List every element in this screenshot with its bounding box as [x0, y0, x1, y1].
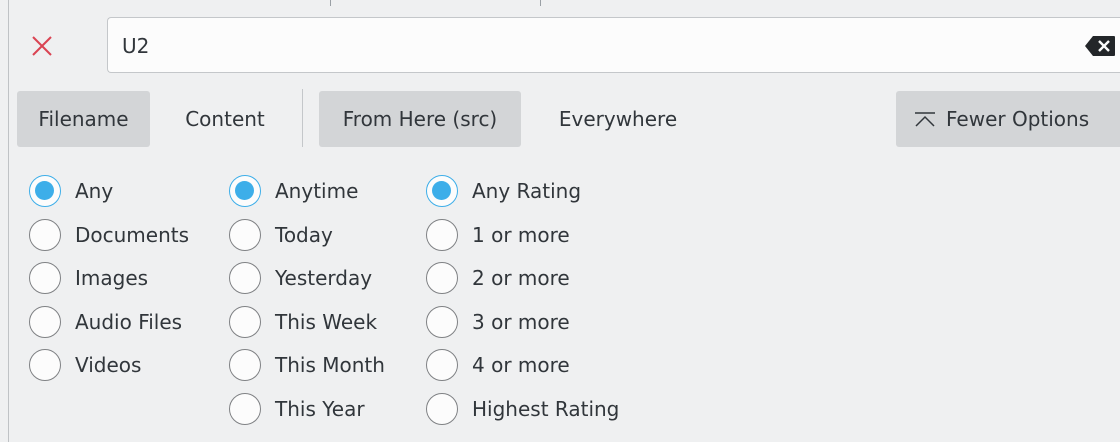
radio-button[interactable]	[426, 218, 458, 251]
radio-option-videos[interactable]: Videos	[29, 349, 142, 382]
radio-button[interactable]	[29, 349, 61, 382]
radio-option-audio-files[interactable]: Audio Files	[29, 305, 183, 338]
radio-button[interactable]	[426, 175, 458, 207]
radio-button[interactable]	[229, 218, 261, 251]
collapse-up-icon	[915, 112, 935, 127]
radio-button[interactable]	[229, 393, 261, 425]
radio-label: This Year	[275, 397, 365, 421]
radio-label: 4 or more	[472, 353, 570, 378]
toolbar-separator	[302, 89, 303, 147]
search-input[interactable]	[122, 30, 1062, 62]
radio-option-1-or-more[interactable]: 1 or more	[426, 218, 570, 251]
radio-button[interactable]	[426, 305, 458, 338]
everywhere-label: Everywhere	[558, 107, 678, 131]
radio-button[interactable]	[426, 349, 458, 382]
from-here-button[interactable]: From Here (src)	[319, 91, 521, 147]
radio-label: 2 or more	[472, 266, 570, 291]
content-button[interactable]: Content	[160, 91, 290, 147]
divider-tick	[540, 0, 541, 6]
radio-button[interactable]	[29, 218, 61, 251]
radio-button[interactable]	[229, 349, 261, 382]
everywhere-button[interactable]: Everywhere	[533, 91, 703, 147]
close-search-button[interactable]	[26, 30, 58, 62]
divider-tick	[330, 0, 331, 6]
radio-option-3-or-more[interactable]: 3 or more	[426, 305, 570, 338]
fewer-options-label: Fewer Options	[946, 107, 1090, 131]
radio-option-today[interactable]: Today	[229, 218, 333, 251]
content-label: Content	[185, 107, 265, 131]
radio-button[interactable]	[229, 175, 261, 207]
radio-label: Highest Rating	[472, 397, 620, 421]
close-icon	[32, 36, 52, 56]
radio-option-this-year[interactable]: This Year	[229, 393, 365, 425]
radio-label: Audio Files	[75, 309, 183, 334]
radio-button[interactable]	[229, 262, 261, 295]
radio-option-any[interactable]: Any	[29, 175, 114, 207]
from-here-label: From Here (src)	[342, 107, 498, 131]
radio-option-2-or-more[interactable]: 2 or more	[426, 262, 570, 295]
panel-left-border	[8, 0, 9, 442]
search-field[interactable]	[107, 17, 1120, 73]
radio-option-anytime[interactable]: Anytime	[229, 175, 359, 207]
radio-option-yesterday[interactable]: Yesterday	[229, 262, 373, 295]
radio-option-this-month[interactable]: This Month	[229, 349, 385, 382]
radio-button[interactable]	[229, 305, 261, 338]
radio-option-4-or-more[interactable]: 4 or more	[426, 349, 570, 382]
fewer-options-button[interactable]: Fewer Options	[896, 91, 1120, 147]
radio-option-any-rating[interactable]: Any Rating	[426, 175, 582, 207]
radio-button[interactable]	[29, 175, 61, 207]
radio-label: This Month	[275, 353, 385, 378]
radio-button[interactable]	[426, 262, 458, 295]
radio-label: 3 or more	[472, 309, 570, 334]
radio-label: Anytime	[275, 179, 359, 203]
radio-label: 1 or more	[472, 222, 570, 247]
radio-option-this-week[interactable]: This Week	[229, 305, 378, 338]
radio-button[interactable]	[426, 393, 458, 425]
radio-label: Documents	[75, 222, 190, 247]
clear-search-button[interactable]	[1084, 35, 1116, 57]
search-panel: Filename Content From Here (src) Everywh…	[0, 0, 1120, 442]
radio-option-documents[interactable]: Documents	[29, 218, 190, 251]
radio-button[interactable]	[29, 305, 61, 338]
radio-option-highest-rating[interactable]: Highest Rating	[426, 393, 620, 425]
backspace-icon	[1085, 36, 1115, 56]
radio-label: This Week	[275, 309, 378, 334]
radio-option-images[interactable]: Images	[29, 262, 149, 295]
radio-label: Any	[75, 179, 114, 203]
filename-label: Filename	[38, 107, 129, 131]
radio-button[interactable]	[29, 262, 61, 295]
filename-button[interactable]: Filename	[17, 91, 150, 147]
radio-label: Any Rating	[472, 179, 582, 203]
radio-label: Today	[275, 222, 333, 247]
radio-label: Images	[75, 266, 149, 291]
radio-label: Videos	[75, 353, 142, 378]
radio-label: Yesterday	[275, 266, 373, 291]
